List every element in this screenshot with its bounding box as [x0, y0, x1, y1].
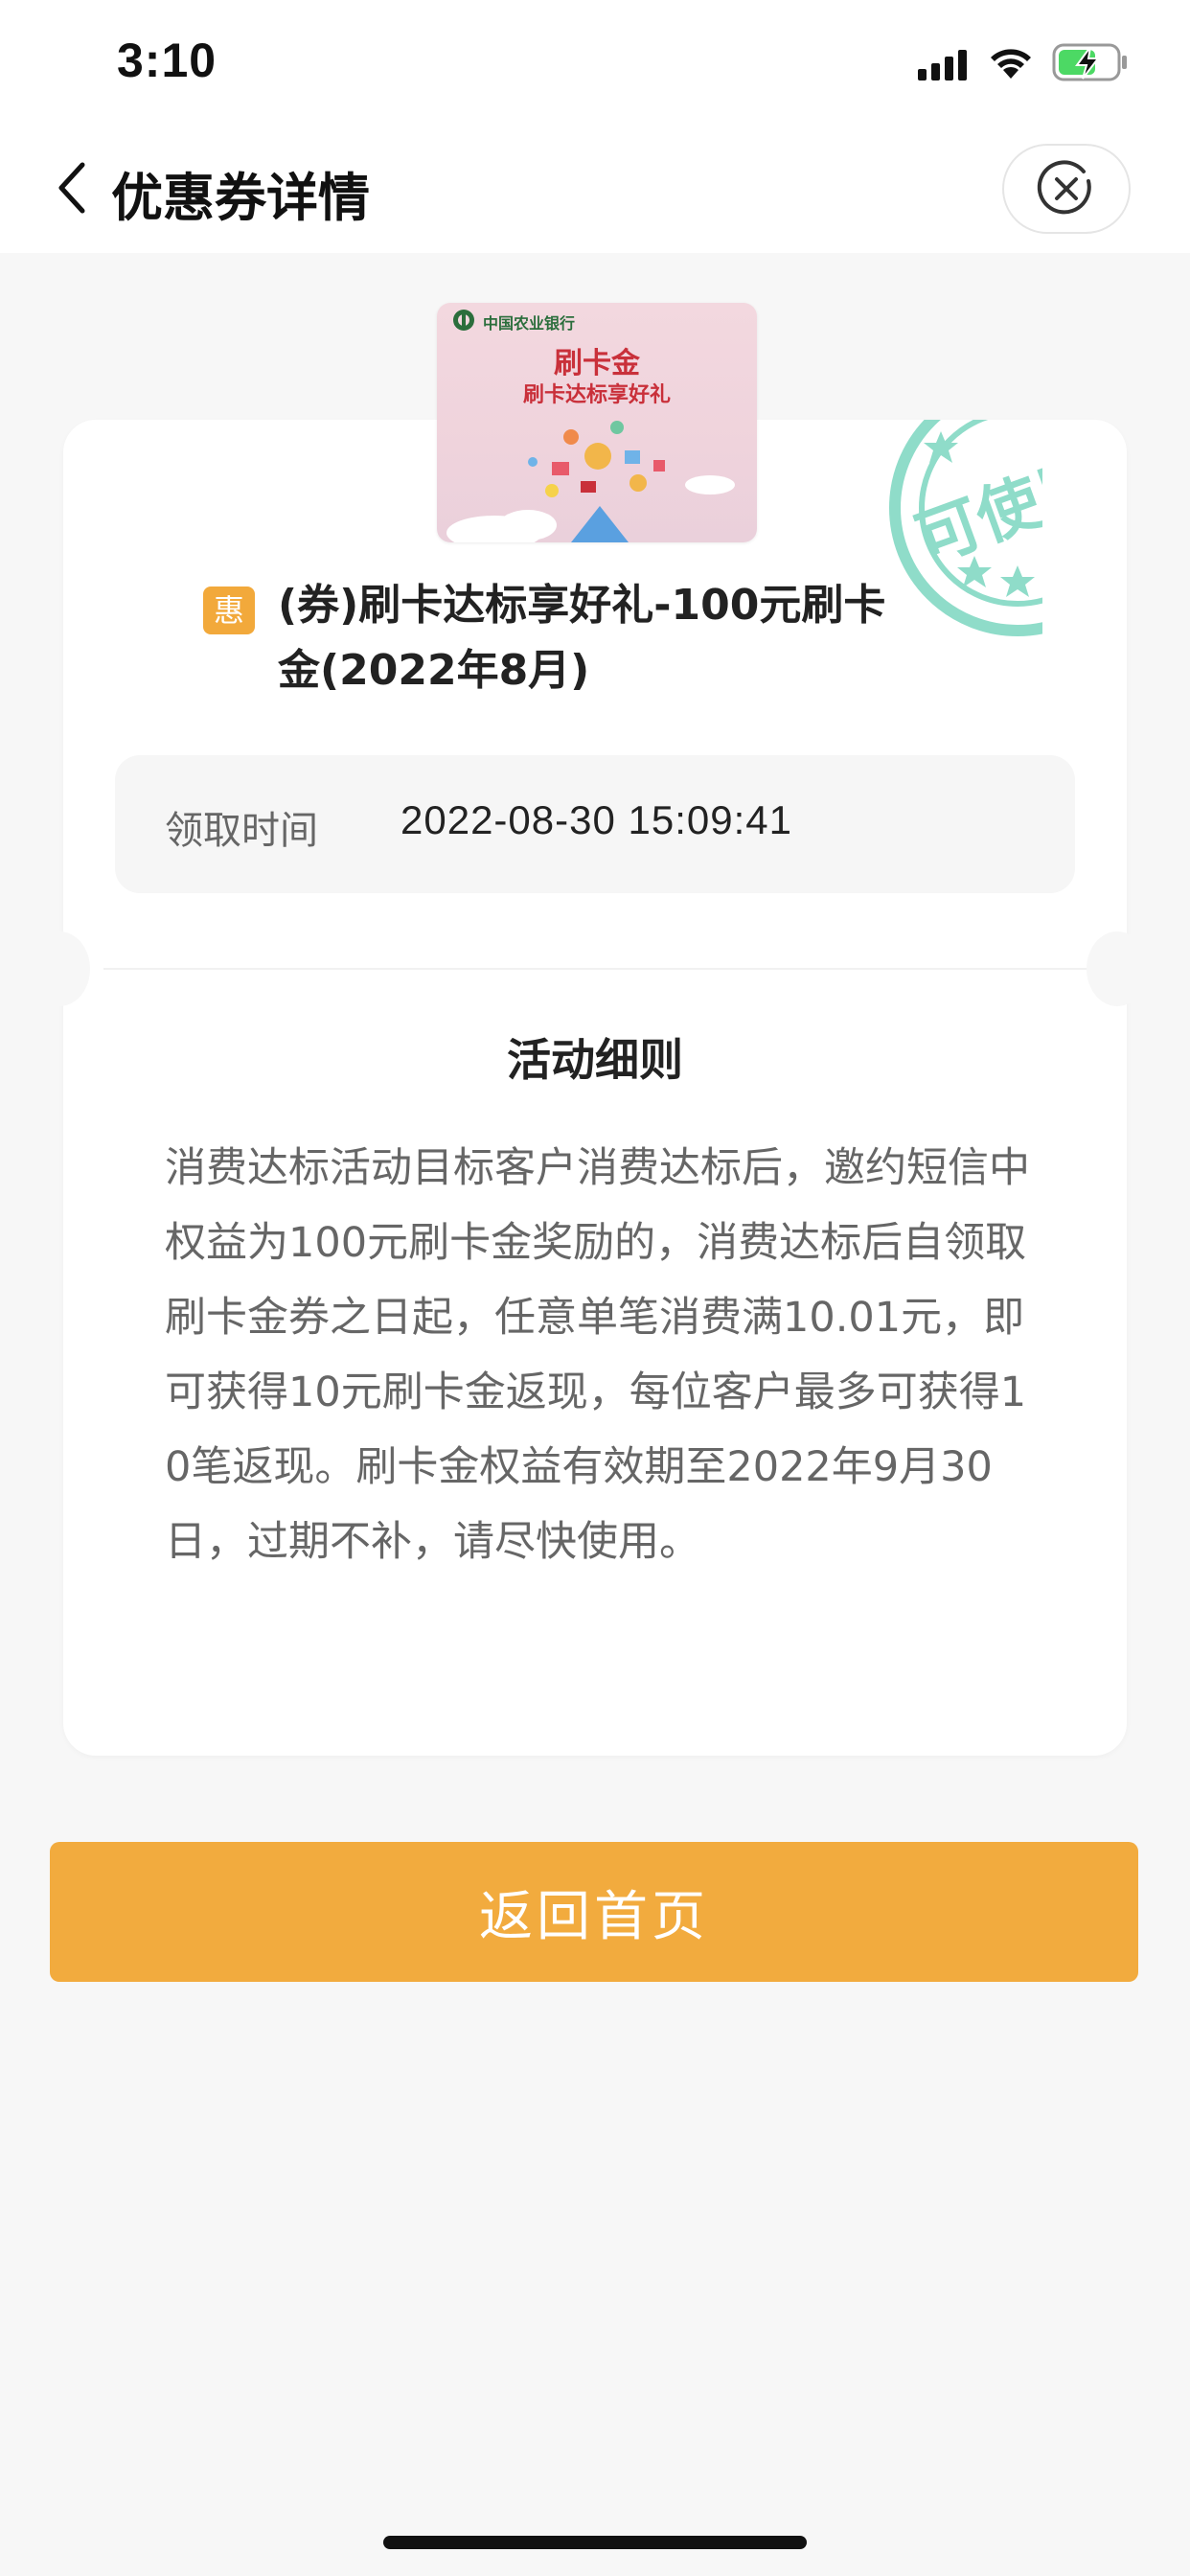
nav-bar: 优惠券详情 [0, 126, 1190, 253]
card-divider [103, 968, 1087, 970]
bank-logo-icon [453, 310, 474, 331]
status-bar: 3:10 [0, 0, 1190, 126]
card-notch-left [29, 932, 90, 1006]
signal-icon [918, 50, 967, 80]
rules-body: 消费达标活动目标客户消费达标后，邀约短信中权益为100元刷卡金奖励的，消费达标后… [165, 1144, 1030, 1566]
claim-time-row: 领取时间 2022-08-30 15:09:41 [115, 755, 1075, 893]
page-title: 优惠券详情 [111, 168, 370, 228]
rules-heading: 活动细则 [507, 1034, 683, 1086]
home-indicator[interactable] [383, 2536, 807, 2549]
return-home-button[interactable]: 返回首页 [50, 1842, 1138, 1982]
card-notch-right [1087, 932, 1148, 1006]
close-circle-icon [1037, 160, 1091, 215]
wifi-icon [991, 49, 1031, 79]
claim-time-value: 2022-08-30 15:09:41 [400, 797, 792, 842]
image-title: 刷卡金 [554, 347, 640, 380]
gift-illustration-icon [446, 421, 735, 542]
chevron-left-icon[interactable] [54, 159, 92, 217]
battery-charging-icon [1052, 43, 1127, 81]
close-button[interactable] [1002, 144, 1131, 234]
discount-badge: 惠 [203, 586, 255, 634]
coupon-title: (券)刷卡达标享好礼-100元刷卡金(2022年8月) [278, 581, 886, 695]
bank-name: 中国农业银行 [483, 314, 576, 333]
coupon-image: 中国农业银行 刷卡金 刷卡达标享好礼 [437, 303, 757, 542]
status-time: 3:10 [117, 34, 217, 87]
claim-time-label: 领取时间 [165, 809, 318, 853]
